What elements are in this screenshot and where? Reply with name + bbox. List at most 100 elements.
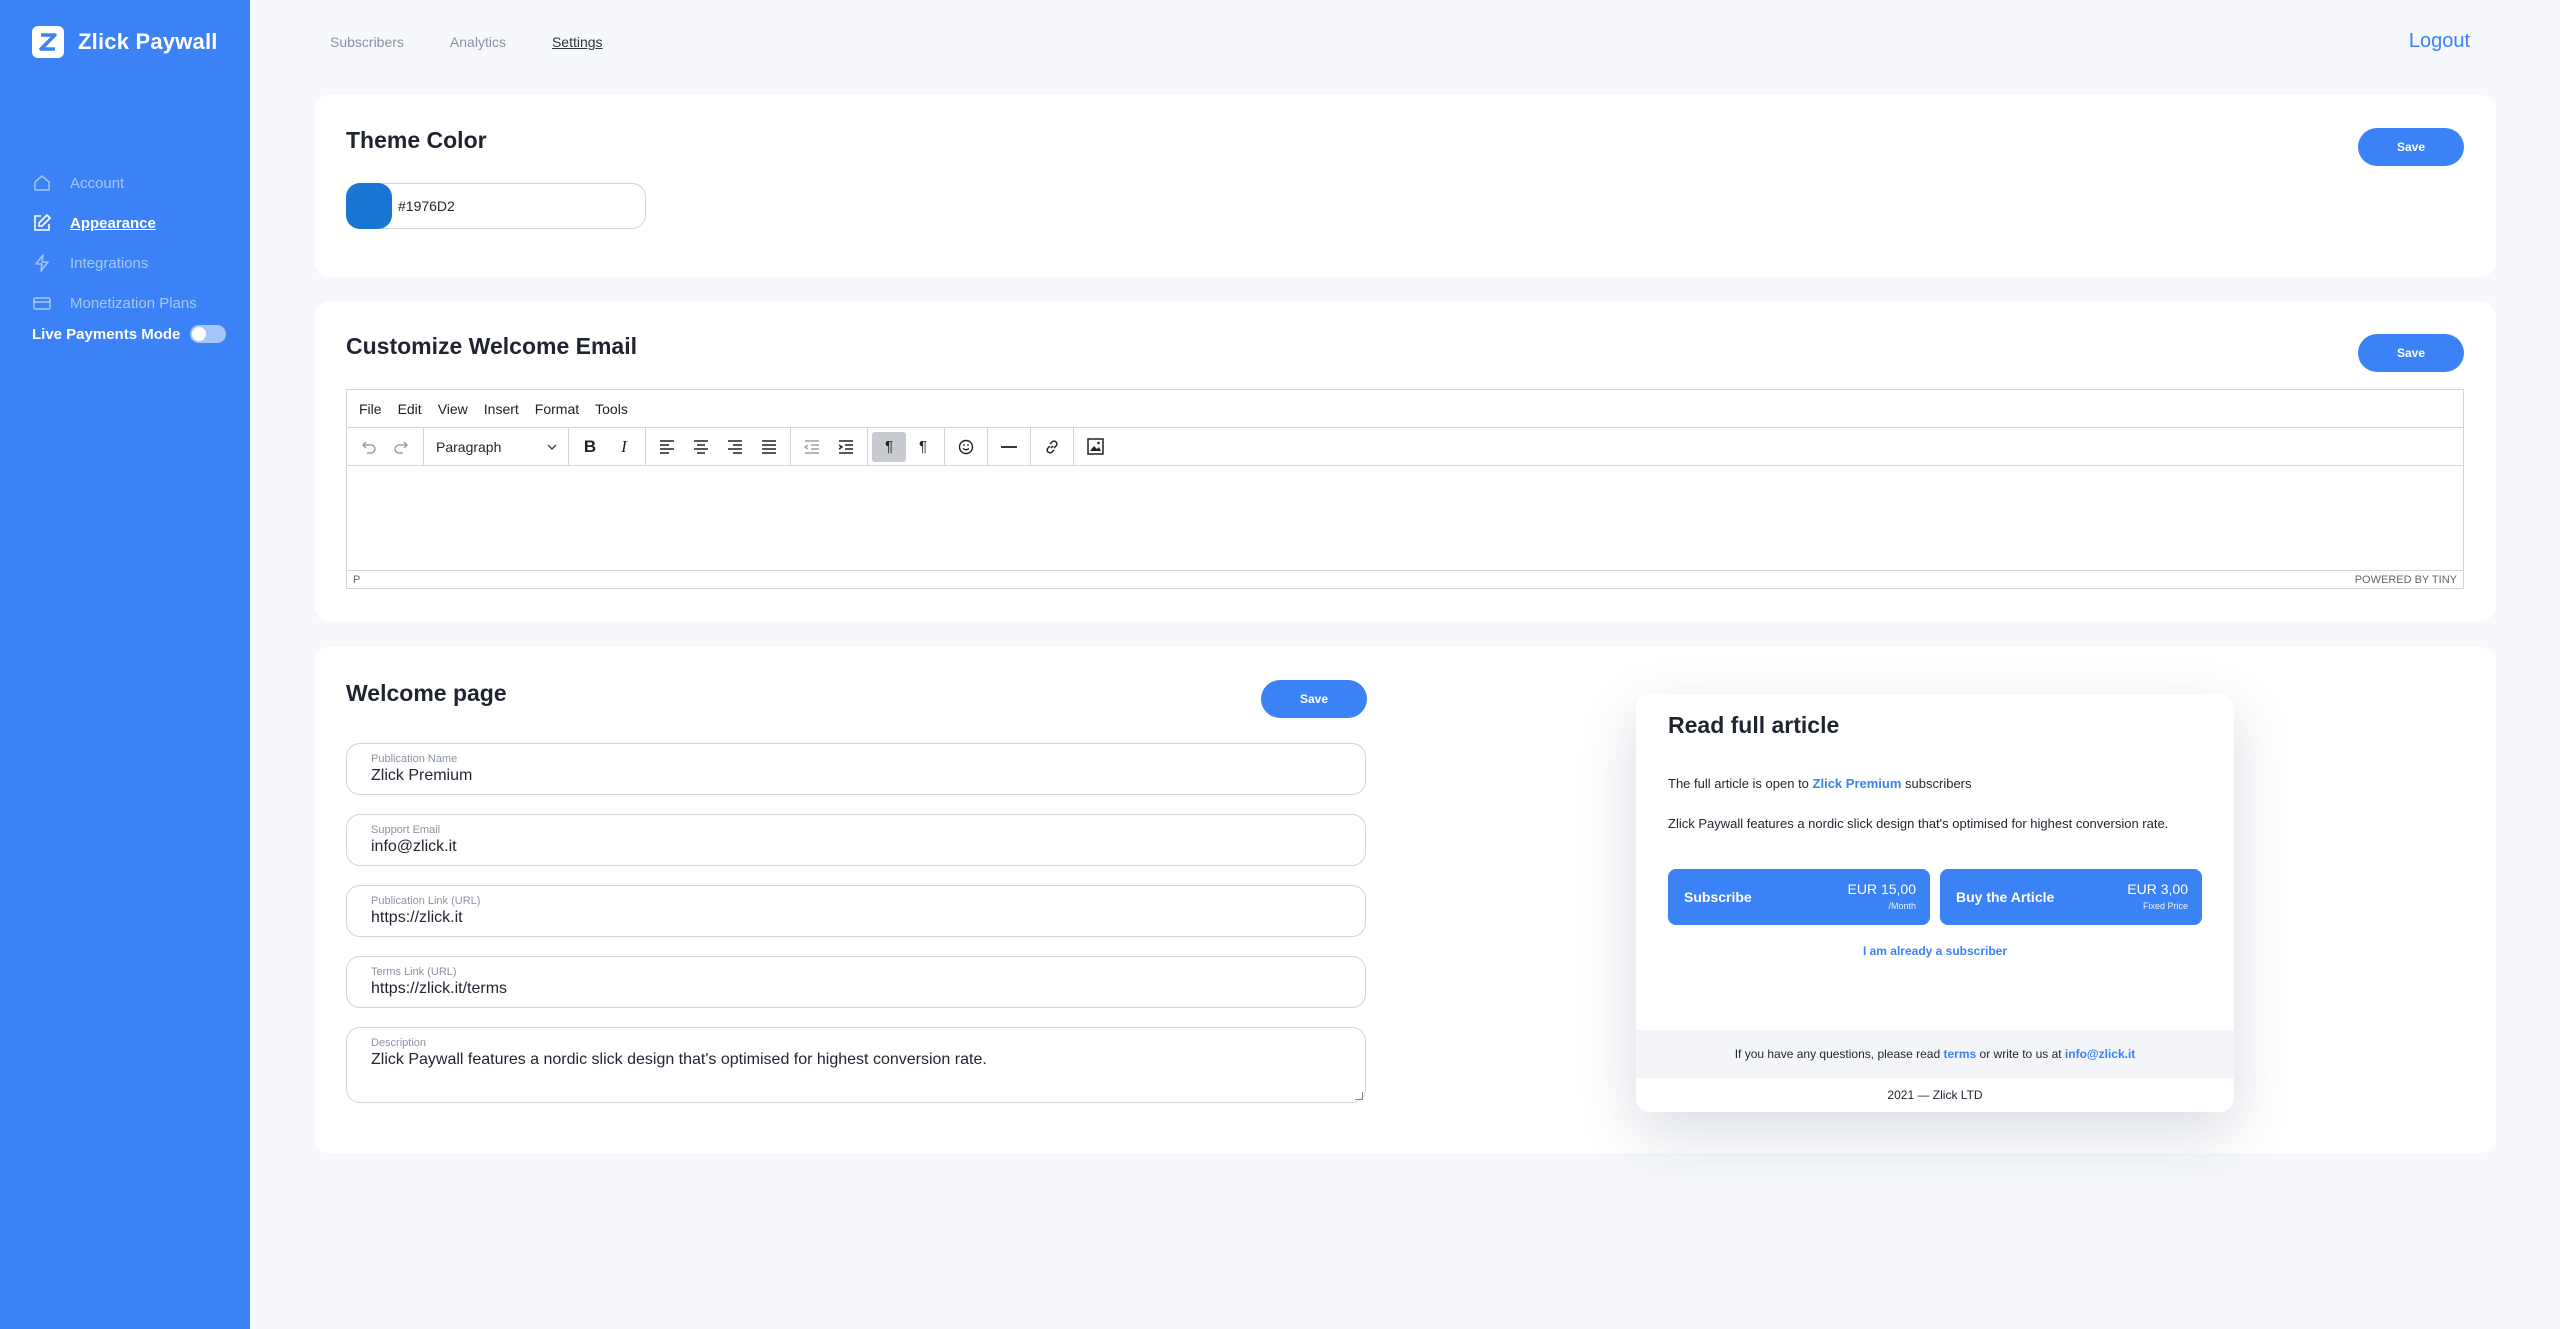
live-payments-label: Live Payments Mode — [32, 325, 181, 343]
bold-icon[interactable]: B — [573, 432, 607, 462]
publication-link-field[interactable]: Publication Link (URL) https://zlick.it — [346, 885, 1366, 937]
zlick-logo-icon — [32, 26, 64, 58]
emoticons-icon[interactable] — [949, 432, 983, 462]
field-value: https://zlick.it — [371, 909, 463, 926]
welcome-email-card: Customize Welcome Email Save File Edit V… — [314, 301, 2496, 621]
outdent-icon[interactable] — [795, 432, 829, 462]
buy-label: Buy the Article — [1956, 889, 2055, 905]
horizontal-line-icon[interactable] — [992, 432, 1026, 462]
rtl-direction-icon[interactable]: ¶ — [906, 432, 940, 462]
tab-subscribers[interactable]: Subscribers — [330, 34, 404, 50]
brand-name: Zlick Paywall — [78, 29, 218, 54]
chevron-down-icon — [547, 444, 557, 450]
sidebar: Zlick Paywall Account Appearance Integra… — [0, 0, 250, 1329]
menu-view[interactable]: View — [438, 401, 468, 417]
align-justify-icon[interactable] — [752, 432, 786, 462]
paywall-preview: Read full article The full article is op… — [1636, 694, 2234, 1112]
email-save-button[interactable]: Save — [2358, 334, 2464, 372]
publication-name-field[interactable]: Publication Name Zlick Premium — [346, 743, 1366, 795]
block-format-value: Paragraph — [436, 438, 502, 455]
resize-handle-icon[interactable] — [1355, 1092, 1363, 1100]
field-label: Terms Link (URL) — [371, 966, 457, 978]
terms-link-field[interactable]: Terms Link (URL) https://zlick.it/terms — [346, 956, 1366, 1008]
home-icon — [34, 175, 50, 191]
welcome-save-button[interactable]: Save — [1261, 680, 1367, 718]
subscribe-button[interactable]: Subscribe EUR 15,00 /Month — [1668, 869, 1930, 925]
buy-article-button[interactable]: Buy the Article EUR 3,00 Fixed Price — [1940, 869, 2202, 925]
align-center-icon[interactable] — [684, 432, 718, 462]
menu-file[interactable]: File — [359, 401, 382, 417]
open-publication-name: Zlick Premium — [1812, 776, 1902, 791]
top-nav: Subscribers Analytics Settings — [330, 34, 603, 50]
field-label: Publication Name — [371, 753, 458, 765]
sidebar-item-appearance[interactable]: Appearance — [32, 203, 197, 243]
field-label: Description — [371, 1037, 427, 1049]
sidebar-item-label: Monetization Plans — [70, 294, 197, 312]
indent-icon[interactable] — [829, 432, 863, 462]
live-payments-mode: Live Payments Mode — [32, 325, 227, 343]
tab-settings[interactable]: Settings — [552, 34, 603, 50]
welcome-page-title: Welcome page — [346, 680, 507, 706]
footer-email-link[interactable]: info@zlick.it — [2065, 1047, 2135, 1061]
field-value: info@zlick.it — [371, 838, 457, 855]
link-icon[interactable] — [1035, 432, 1069, 462]
theme-save-button[interactable]: Save — [2358, 128, 2464, 166]
live-payments-toggle[interactable] — [190, 325, 227, 343]
theme-color-input[interactable] — [398, 198, 598, 214]
sidebar-item-label: Appearance — [70, 214, 156, 232]
subscribe-price: EUR 15,00 — [1847, 881, 1916, 897]
editor-content-area[interactable] — [347, 466, 2463, 570]
buy-price-type: Fixed Price — [2142, 901, 2188, 911]
card-icon — [33, 297, 51, 310]
support-email-field[interactable]: Support Email info@zlick.it — [346, 814, 1366, 866]
block-format-select[interactable]: Paragraph — [428, 432, 564, 462]
footer-prefix: If you have any questions, please read — [1734, 1047, 1941, 1061]
field-value: https://zlick.it/terms — [371, 980, 508, 997]
element-path[interactable]: P — [353, 574, 360, 586]
field-value: Zlick Premium — [371, 767, 473, 784]
ltr-direction-icon[interactable]: ¶ — [872, 431, 906, 462]
image-icon[interactable] — [1078, 432, 1112, 462]
already-subscriber-link[interactable]: I am already a subscriber — [1636, 944, 2234, 958]
preview-description: Zlick Paywall features a nordic slick de… — [1668, 816, 2169, 831]
editor-toolbar: Paragraph B I ¶ ¶ — [347, 427, 2463, 466]
redo-icon[interactable] — [385, 432, 419, 462]
preview-title: Read full article — [1668, 712, 1840, 738]
field-label: Support Email — [371, 824, 441, 836]
preview-footer: If you have any questions, please read t… — [1636, 1030, 2234, 1078]
footer-mid: or write to us at — [1979, 1047, 2062, 1061]
rich-text-editor: File Edit View Insert Format Tools Parag… — [346, 389, 2464, 589]
align-right-icon[interactable] — [718, 432, 752, 462]
menu-insert[interactable]: Insert — [484, 401, 519, 417]
menu-format[interactable]: Format — [535, 401, 579, 417]
welcome-email-title: Customize Welcome Email — [346, 333, 637, 359]
logout-link[interactable]: Logout — [2409, 30, 2470, 53]
menu-edit[interactable]: Edit — [398, 401, 422, 417]
field-label: Publication Link (URL) — [371, 895, 481, 907]
preview-open-text: The full article is open to Zlick Premiu… — [1668, 776, 1972, 791]
sidebar-item-integrations[interactable]: Integrations — [32, 243, 197, 283]
color-swatch[interactable] — [346, 183, 392, 229]
sidebar-item-label: Account — [70, 174, 125, 192]
subscribe-period: /Month — [1888, 901, 1916, 911]
menu-tools[interactable]: Tools — [595, 401, 628, 417]
italic-icon[interactable]: I — [607, 432, 641, 462]
field-value: Zlick Paywall features a nordic slick de… — [371, 1051, 987, 1068]
open-prefix: The full article is open to — [1668, 776, 1809, 791]
preview-copyright: 2021 — Zlick LTD — [1887, 1088, 1983, 1102]
align-left-icon[interactable] — [650, 432, 684, 462]
footer-terms-link[interactable]: terms — [1944, 1047, 1977, 1061]
sidebar-item-label: Integrations — [70, 254, 149, 272]
description-field[interactable]: Description Zlick Paywall features a nor… — [346, 1027, 1366, 1103]
tab-analytics[interactable]: Analytics — [450, 34, 506, 50]
brand[interactable]: Zlick Paywall — [32, 26, 218, 58]
theme-color-field — [346, 183, 646, 229]
edit-icon — [34, 214, 51, 231]
powered-by-tiny[interactable]: POWERED BY TINY — [2355, 574, 2457, 586]
sidebar-item-monetization-plans[interactable]: Monetization Plans — [32, 283, 197, 323]
undo-icon[interactable] — [351, 432, 385, 462]
theme-color-title: Theme Color — [346, 127, 487, 153]
bolt-icon — [35, 254, 49, 272]
sidebar-item-account[interactable]: Account — [32, 163, 197, 203]
open-suffix: subscribers — [1905, 776, 1972, 791]
